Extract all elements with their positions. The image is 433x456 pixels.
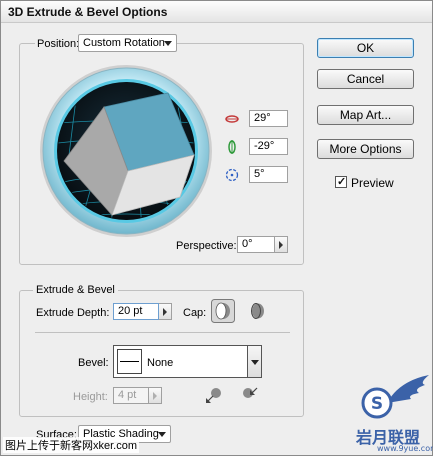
height-slider-button[interactable]	[149, 387, 162, 404]
perspective-label: Perspective:	[176, 240, 237, 252]
perspective-field[interactable]: 0°	[237, 236, 275, 253]
position-dropdown-value: Custom Rotation	[83, 37, 165, 49]
y-rotation-field[interactable]: -29°	[249, 138, 288, 155]
bevel-label: Bevel:	[78, 357, 109, 369]
z-rotation-field[interactable]: 5°	[249, 166, 288, 183]
z-axis-rotation-icon	[225, 168, 239, 182]
extrude-divider	[35, 332, 290, 333]
bevel-extent-out-icon[interactable]	[204, 385, 224, 405]
position-label: Position:	[35, 38, 82, 50]
preview-label: Preview	[351, 176, 394, 190]
cap-on-icon[interactable]	[211, 299, 235, 323]
extrude-depth-field[interactable]: 20 pt	[113, 303, 159, 320]
cancel-button[interactable]: Cancel	[317, 69, 414, 89]
map-art-button[interactable]: Map Art...	[317, 105, 414, 125]
title-bar[interactable]: 3D Extrude & Bevel Options	[1, 1, 432, 23]
bevel-dropdown[interactable]: None	[113, 345, 248, 378]
x-axis-rotation-icon	[225, 115, 239, 123]
height-label: Height:	[73, 391, 108, 403]
extrude-bevel-section-label: Extrude & Bevel	[33, 284, 118, 296]
preview-checkbox[interactable]	[335, 175, 347, 188]
more-options-button[interactable]: More Options	[317, 139, 414, 159]
position-dropdown[interactable]: Custom Rotation	[78, 34, 177, 52]
brand-watermark-logo: S	[361, 375, 429, 419]
bevel-preview-line	[120, 361, 139, 362]
image-upload-caption: 图片上传于新客网xker.com	[3, 437, 140, 453]
brand-watermark-url: www.9yue.com	[377, 444, 433, 453]
dialog-title: 3D Extrude & Bevel Options	[8, 5, 168, 19]
bevel-dropdown-button[interactable]	[248, 345, 262, 378]
height-field[interactable]: 4 pt	[113, 387, 149, 404]
perspective-slider-button[interactable]	[275, 236, 288, 253]
extrude-depth-slider-button[interactable]	[159, 303, 172, 320]
extrude-depth-label: Extrude Depth:	[36, 307, 110, 319]
ok-button[interactable]: OK	[317, 38, 414, 58]
chevron-down-icon	[158, 432, 166, 437]
bevel-extent-in-icon[interactable]	[240, 385, 260, 405]
rotation-trackball[interactable]	[38, 63, 214, 239]
chevron-down-icon	[251, 360, 259, 365]
x-rotation-field[interactable]: 29°	[249, 110, 288, 127]
brand-logo-letter: S	[371, 394, 383, 414]
y-axis-rotation-icon	[228, 140, 236, 154]
chevron-down-icon	[164, 41, 172, 46]
3d-extrude-bevel-dialog: 3D Extrude & Bevel Options Position: Cus…	[0, 0, 433, 456]
bevel-preview	[117, 349, 142, 374]
cap-label: Cap:	[183, 307, 207, 319]
cap-off-icon[interactable]	[248, 302, 266, 320]
bevel-value: None	[147, 357, 174, 369]
